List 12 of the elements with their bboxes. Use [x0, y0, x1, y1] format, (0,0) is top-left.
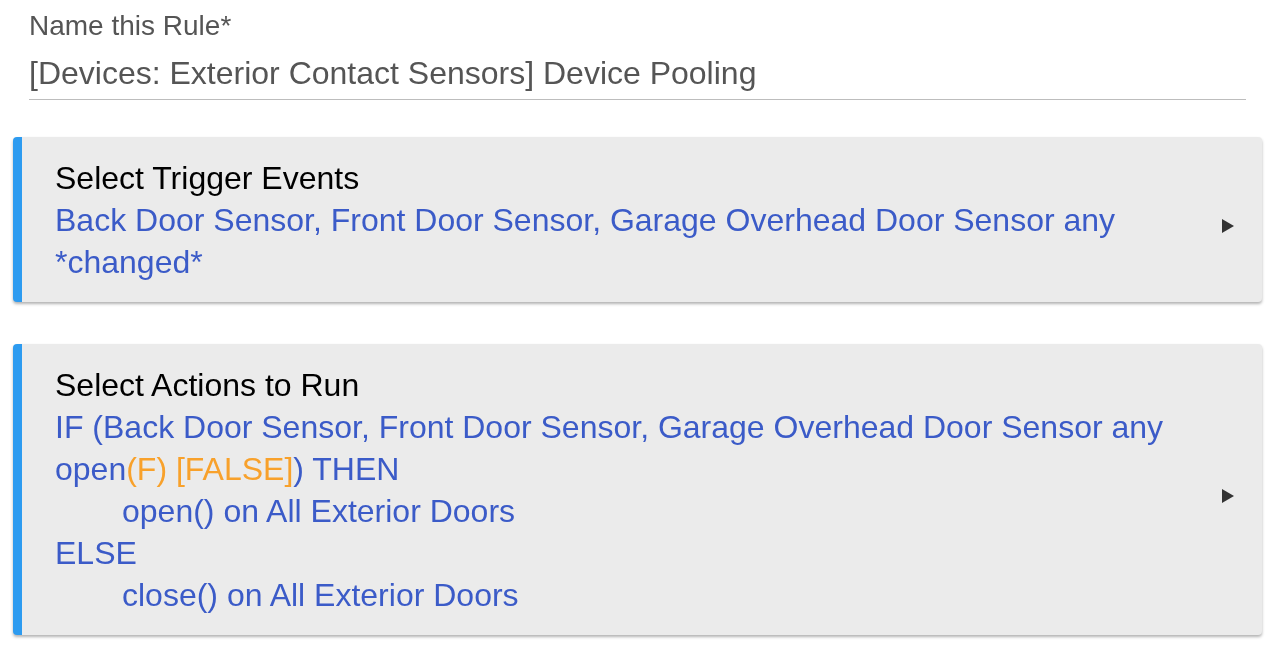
action-text: close() on All Exterior Doors: [122, 576, 519, 615]
rule-section-card[interactable]: Select Trigger Events Back Door Sensor, Front Door Sensor, Garage Overhead Door Sensor any *changed*: [13, 137, 1262, 302]
rule-text: Back Door Sensor, Front Door Sensor, Garage Overhead Door Sensor any *changed*: [55, 201, 1117, 282]
section-title: Select Actions to Run: [55, 366, 360, 405]
rule-section-card[interactable]: Select Actions to Run IF (Back Door Sensor, Front Door Sensor, Garage Overhead Door Sensor any open(F) [FALSE]) THEN open() on All Exterior Doors ELSE close() on All Exterior Doors: [13, 344, 1262, 635]
rule-name-field[interactable]: [Devices: Exterior Contact Sensors] Device Pooling: [29, 52, 1246, 100]
action-text: open() on All Exterior Doors: [122, 492, 516, 531]
rule-text: ELSE: [55, 534, 137, 573]
expand-arrow-icon: [1222, 219, 1234, 233]
section-title: Select Trigger Events: [55, 159, 360, 198]
expand-arrow-icon: [1222, 489, 1234, 503]
rule-name-label: Name this Rule*: [29, 9, 232, 43]
